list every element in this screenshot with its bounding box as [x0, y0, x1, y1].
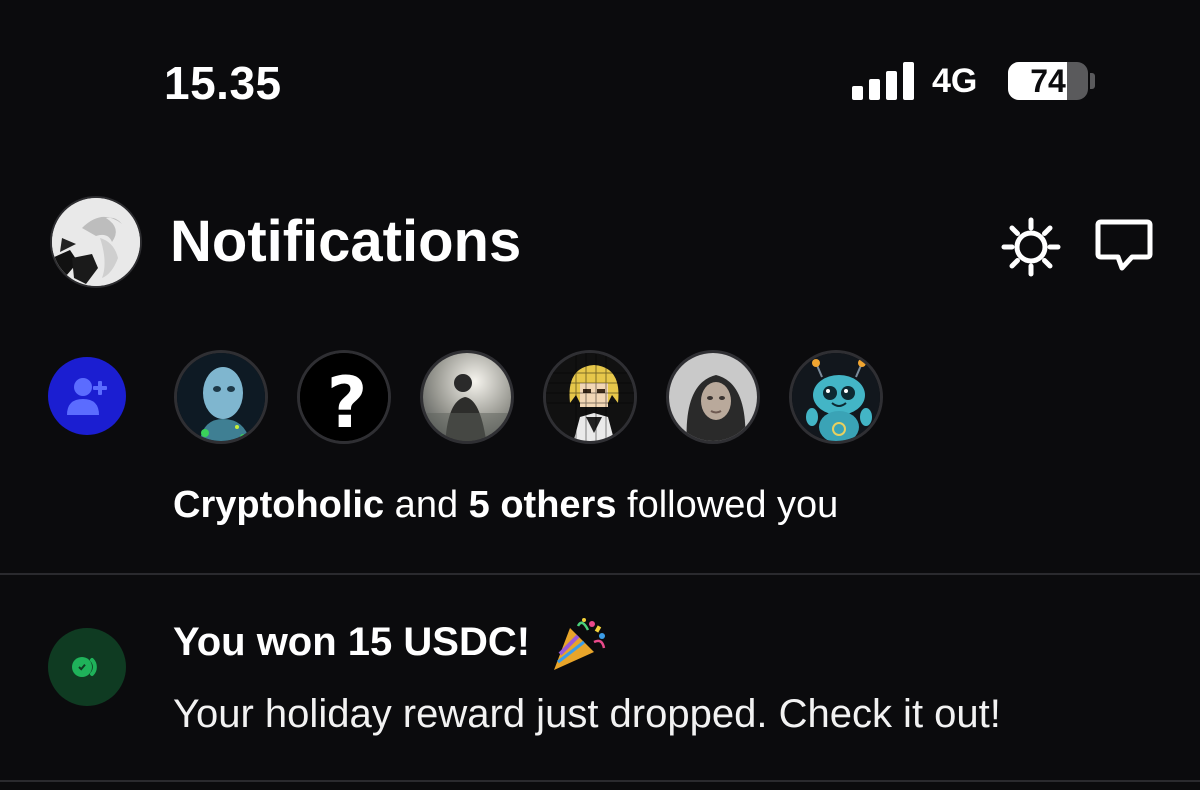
reward-title: You won 15 USDC!: [173, 620, 531, 664]
gear-icon[interactable]: [1000, 216, 1062, 278]
follow-notification-text[interactable]: Cryptoholic and 5 others followed you: [173, 484, 838, 527]
notification-divider: [0, 780, 1200, 782]
follower-avatar-blue-creature[interactable]: [789, 350, 883, 444]
chat-bubble-icon[interactable]: [1092, 214, 1156, 278]
network-type: 4G: [932, 62, 978, 100]
others-count[interactable]: 5 others: [469, 484, 617, 526]
signal-strength-icon: [852, 62, 914, 100]
battery-percent: 74: [1030, 63, 1066, 99]
notification-divider: [0, 573, 1200, 575]
party-popper-icon: [554, 618, 606, 670]
battery-icon: 74: [1008, 62, 1088, 100]
follow-connector: and: [384, 484, 469, 526]
reward-coin-icon: [48, 628, 126, 706]
page-title: Notifications: [170, 209, 522, 274]
follower-name[interactable]: Cryptoholic: [173, 484, 384, 526]
reward-body-text[interactable]: Your holiday reward just dropped. Check …: [173, 692, 1001, 737]
svg-text:?: ?: [327, 362, 368, 444]
notifications-screen: 15.35 4G 74 Notifications ? Cryptoholic …: [0, 0, 1200, 790]
follower-avatar-pixel-anime[interactable]: [543, 350, 637, 444]
follower-avatar-question[interactable]: ?: [297, 350, 391, 444]
battery-tip: [1090, 73, 1095, 89]
profile-avatar[interactable]: [50, 196, 142, 288]
follow-suffix: followed you: [616, 484, 839, 526]
follower-avatar-silhouette[interactable]: [420, 350, 514, 444]
add-user-icon: [48, 357, 126, 435]
follower-avatar-robot[interactable]: [174, 350, 268, 444]
follower-avatar-hijab[interactable]: [666, 350, 760, 444]
status-time: 15.35: [164, 57, 282, 109]
